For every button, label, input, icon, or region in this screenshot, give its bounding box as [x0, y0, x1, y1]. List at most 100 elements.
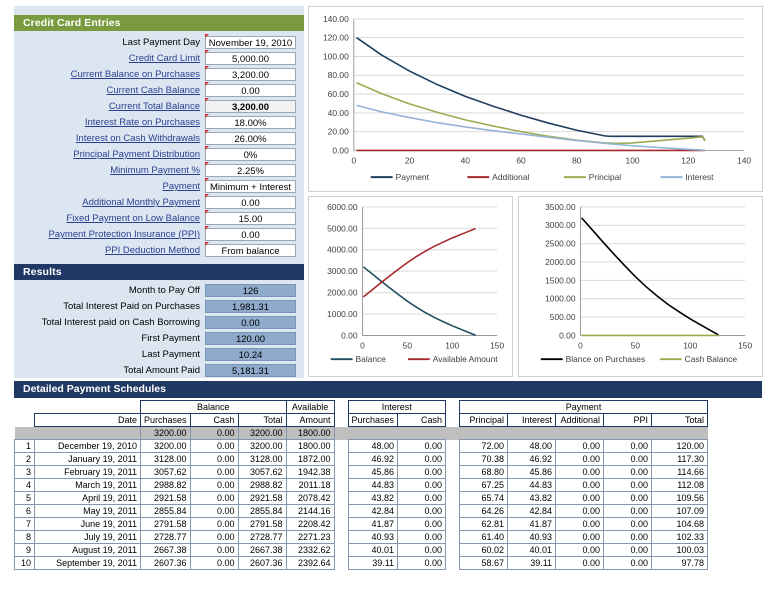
table-row: 2 January 19, 2011 3128.00 0.00 3128.00 1872.…	[14, 452, 709, 466]
cell-gap	[446, 518, 460, 531]
legend-label: Additional	[492, 172, 529, 182]
cell-pp: 62.81	[459, 517, 509, 531]
entry-label[interactable]: Payment Protection Insurance (PPI)	[14, 229, 205, 240]
entry-input[interactable]: 5,000.00	[205, 50, 296, 65]
cell-bt: 2921.58	[237, 491, 287, 505]
results-header: Results	[14, 264, 304, 280]
comment-marker-icon	[205, 162, 209, 166]
entry-input[interactable]: 3,200.00	[205, 98, 296, 113]
cell-bt: 3200.00	[237, 439, 287, 453]
cell-ic: 0.00	[397, 491, 447, 505]
result-row: Month to Pay Off 126	[14, 283, 304, 298]
result-label: Total Interest Paid on Purchases	[63, 301, 200, 312]
cell-ic: 0.00	[397, 478, 447, 492]
result-value-cell: 126	[205, 284, 296, 297]
summary-empty-4	[507, 426, 556, 440]
y-tick-label: 140.00	[323, 14, 349, 24]
entry-label[interactable]: Additional Monthly Payment	[14, 197, 205, 208]
chart-legend: Payment Additional Principal Interest	[370, 172, 714, 182]
entry-input[interactable]: 3,200.00	[205, 66, 296, 81]
entry-input[interactable]: 0.00	[205, 82, 296, 97]
legend-label: Cash Balance	[685, 354, 738, 364]
entry-input[interactable]: Minimum + Interest	[205, 178, 296, 193]
cell-bc: 0.00	[189, 504, 239, 518]
entry-row: Current Balance on Purchases 3,200.00	[14, 66, 304, 82]
schedule-header: Detailed Payment Schedules	[14, 381, 762, 398]
cell-pp: 68.80	[459, 465, 509, 479]
legend-label: Payment	[396, 172, 430, 182]
col-header-int-purchases: Purchases	[347, 413, 399, 427]
x-tick-label: 0	[360, 340, 365, 350]
entry-label[interactable]: Fixed Payment on Low Balance	[14, 213, 205, 224]
entry-input[interactable]: 15.00	[205, 210, 296, 225]
x-tick-label: 100	[683, 340, 697, 350]
gap-3	[334, 414, 348, 427]
entry-input[interactable]: November 19, 2010	[205, 34, 296, 49]
entry-input[interactable]: 18.00%	[205, 114, 296, 129]
y-tick-label: 3000.00	[327, 266, 358, 276]
entry-input[interactable]: 0.00	[205, 226, 296, 241]
comment-marker-icon	[205, 242, 209, 246]
cell-av: 2144.16	[285, 504, 335, 518]
entry-input[interactable]: 2.25%	[205, 162, 296, 177]
balance-purchases-svg: 0.00 500.00 1000.00 1500.00 2000.00 2500.00 30…	[540, 202, 752, 364]
entry-input[interactable]: 26.00%	[205, 130, 296, 145]
result-row: Total Interest paid on Cash Borrowing 0.0…	[14, 315, 304, 330]
entry-input[interactable]: 0%	[205, 146, 296, 161]
entry-input[interactable]: 0.00	[205, 194, 296, 209]
y-tick-label: 120.00	[323, 33, 349, 43]
entry-label[interactable]: Minimum Payment %	[14, 165, 205, 176]
credit-card-entries-header: Credit Card Entries	[14, 15, 304, 31]
entry-label[interactable]: Current Cash Balance	[14, 85, 205, 96]
cell-pp: 60.02	[459, 543, 509, 557]
entry-row: Payment Protection Insurance (PPI) 0.00	[14, 226, 304, 242]
summary-empty-2	[397, 426, 446, 440]
cell-pp: 70.38	[459, 452, 509, 466]
cell-gap	[334, 505, 348, 518]
entry-label[interactable]: Principal Payment Distribution	[14, 149, 205, 160]
cell-pp: 65.74	[459, 491, 509, 505]
y-tick-label: 5000.00	[327, 223, 358, 233]
comment-marker-icon	[205, 50, 209, 54]
cell-bc: 0.00	[189, 556, 239, 570]
cell-pi: 43.82	[507, 491, 557, 505]
y-tick-label: 4000.00	[327, 245, 358, 255]
table-row: 1 December 19, 2010 3200.00 0.00 3200.00 1800…	[14, 439, 709, 453]
cell-bt: 3128.00	[237, 452, 287, 466]
col-header-pay-total: Total	[651, 413, 709, 427]
cell-pp: 64.26	[459, 504, 509, 518]
cell-gap	[446, 557, 460, 570]
cell-date: February 19, 2011	[34, 465, 141, 479]
cell-gap	[334, 544, 348, 557]
cell-pi: 40.01	[507, 543, 557, 557]
x-tick-label: 120	[681, 155, 695, 165]
cell-pi: 48.00	[507, 439, 557, 453]
col-header-avail-amount: Amount	[285, 413, 335, 427]
cell-bp: 2855.84	[140, 504, 191, 518]
entry-label[interactable]: Interest on Cash Withdrawals	[14, 133, 205, 144]
entry-input[interactable]: From balance	[205, 242, 296, 257]
summary-bal-total: 3200.00	[237, 426, 287, 440]
cell-ppi: 0.00	[603, 530, 653, 544]
cell-ppi: 0.00	[603, 504, 653, 518]
cell-ip: 41.87	[347, 517, 399, 531]
entry-label[interactable]: Payment	[14, 181, 205, 192]
cell-bp: 2988.82	[140, 478, 191, 492]
gridlines	[362, 206, 498, 336]
result-value-cell: 10.24	[205, 348, 296, 361]
gap-5	[334, 426, 349, 440]
cell-pt: 117.30	[651, 452, 709, 466]
comment-marker-icon	[205, 226, 209, 230]
entry-label[interactable]: PPI Deduction Method	[14, 245, 205, 256]
entry-label[interactable]: Interest Rate on Purchases	[14, 117, 205, 128]
entry-label[interactable]: Credit Card Limit	[14, 53, 205, 64]
x-axis-ticks: 0 50 100 150	[360, 340, 504, 350]
cell-date: July 19, 2011	[34, 530, 141, 544]
entry-label[interactable]: Current Balance on Purchases	[14, 69, 205, 80]
cell-av: 2208.42	[285, 517, 335, 531]
entry-label[interactable]: Current Total Balance	[14, 101, 205, 112]
legend-label: Balance	[356, 354, 387, 364]
cell-ic: 0.00	[397, 504, 447, 518]
cell-gap	[334, 531, 348, 544]
result-value-cell: 1,981.31	[205, 300, 296, 313]
